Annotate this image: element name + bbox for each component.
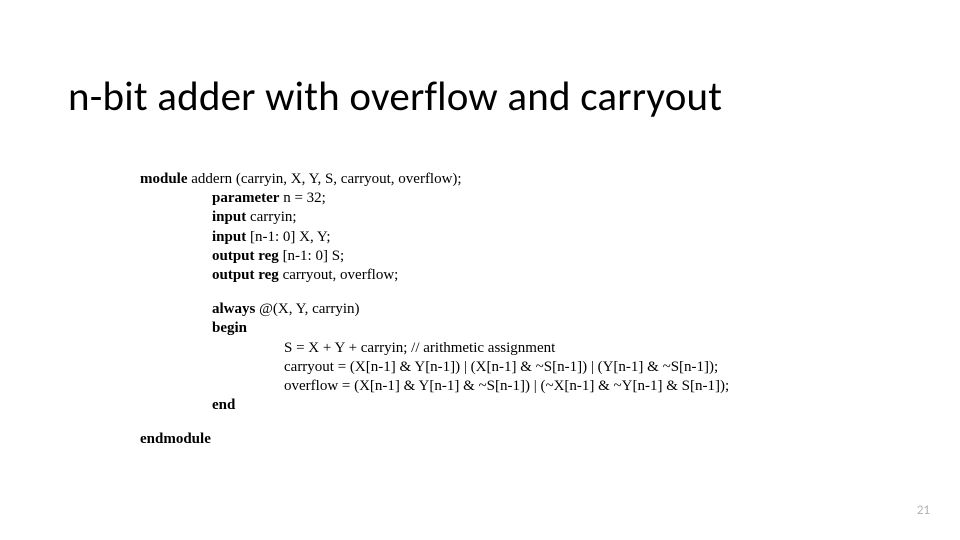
code-text: S = X + Y + carryin; // arithmetic assig… (284, 340, 555, 356)
slide-title: n-bit adder with overflow and carryout (68, 72, 722, 122)
code-line: overflow = (X[n-1] & Y[n-1] & ~S[n-1]) |… (140, 377, 729, 396)
code-line: end (140, 396, 729, 415)
keyword: input (212, 209, 246, 225)
code-text: carryout, overflow; (279, 267, 399, 283)
keyword: begin (212, 320, 247, 336)
code-line: parameter n = 32; (140, 189, 729, 208)
code-line: input carryin; (140, 208, 729, 227)
keyword: parameter (212, 190, 279, 206)
keyword: module (140, 171, 188, 187)
code-text: @(X, Y, carryin) (255, 301, 359, 317)
code-block: module addern (carryin, X, Y, S, carryou… (140, 170, 729, 449)
code-line: always @(X, Y, carryin) (140, 300, 729, 319)
code-line: begin (140, 319, 729, 338)
code-line: endmodule (140, 430, 729, 449)
code-line: module addern (carryin, X, Y, S, carryou… (140, 170, 729, 189)
keyword: end (212, 397, 235, 413)
code-line: output reg carryout, overflow; (140, 266, 729, 285)
code-line: carryout = (X[n-1] & Y[n-1]) | (X[n-1] &… (140, 358, 729, 377)
code-text: [n-1: 0] S; (279, 248, 344, 264)
code-text: n = 32; (279, 190, 325, 206)
code-line: input [n-1: 0] X, Y; (140, 228, 729, 247)
blank-line (140, 415, 729, 430)
code-line: S = X + Y + carryin; // arithmetic assig… (140, 339, 729, 358)
blank-line (140, 285, 729, 300)
code-text: addern (carryin, X, Y, S, carryout, over… (188, 171, 462, 187)
keyword: output reg (212, 267, 279, 283)
page-number: 21 (917, 503, 930, 518)
slide: n-bit adder with overflow and carryout m… (0, 0, 960, 540)
keyword: endmodule (140, 431, 211, 447)
keyword: input (212, 229, 246, 245)
code-text: carryout = (X[n-1] & Y[n-1]) | (X[n-1] &… (284, 359, 718, 375)
code-text: overflow = (X[n-1] & Y[n-1] & ~S[n-1]) |… (284, 378, 729, 394)
keyword: output reg (212, 248, 279, 264)
code-line: output reg [n-1: 0] S; (140, 247, 729, 266)
code-text: carryin; (246, 209, 296, 225)
code-text: [n-1: 0] X, Y; (246, 229, 330, 245)
keyword: always (212, 301, 255, 317)
